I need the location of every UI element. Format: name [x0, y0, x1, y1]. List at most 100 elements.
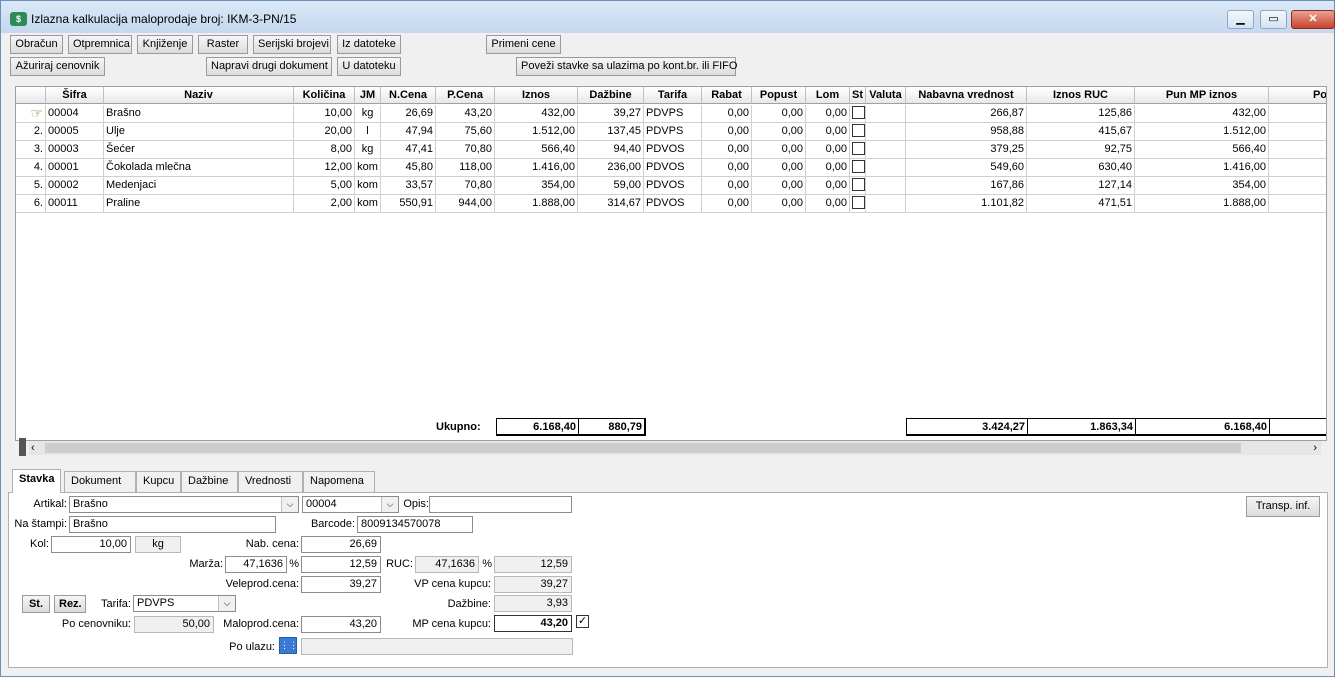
barcode-input[interactable]: 8009134570078 [357, 516, 473, 533]
row-po-cell[interactable] [1269, 195, 1326, 213]
row-pcena-cell[interactable]: 944,00 [436, 195, 495, 213]
row-ncena-cell[interactable]: 33,57 [381, 177, 436, 195]
row-sifra-cell[interactable]: 00001 [46, 159, 104, 177]
row-naziv-cell[interactable]: Šećer [104, 141, 294, 159]
row-pcena-cell[interactable]: 43,20 [436, 105, 495, 123]
kol-input[interactable]: 10,00 [51, 536, 131, 553]
row-punmp-cell[interactable]: 566,40 [1135, 141, 1269, 159]
row-pcena-cell[interactable]: 70,80 [436, 177, 495, 195]
tab-kupcu[interactable]: Kupcu [136, 471, 181, 492]
header-ncena[interactable]: N.Cena [381, 87, 436, 104]
chevron-down-icon[interactable]: ⌵ [218, 596, 235, 611]
row-tarifa-cell[interactable]: PDVPS [644, 123, 702, 141]
row-ncena-cell[interactable]: 550,91 [381, 195, 436, 213]
row-ncena-cell[interactable]: 47,41 [381, 141, 436, 159]
st-checkbox[interactable] [852, 141, 865, 155]
row-punmp-cell[interactable]: 1.416,00 [1135, 159, 1269, 177]
row-lom-cell[interactable]: 0,00 [806, 177, 850, 195]
row-nabavna-cell[interactable]: 958,88 [906, 123, 1027, 141]
header-ruc[interactable]: Iznos RUC [1027, 87, 1135, 104]
row-rb-cell[interactable]: 4. [16, 159, 46, 177]
row-dazbine-cell[interactable]: 137,45 [578, 123, 644, 141]
tab-dazbine[interactable]: Dažbine [181, 471, 238, 492]
scroll-thumb[interactable] [45, 443, 1241, 453]
row-ruc-cell[interactable]: 471,51 [1027, 195, 1135, 213]
row-dazbine-cell[interactable]: 59,00 [578, 177, 644, 195]
tab-napomena[interactable]: Napomena [303, 471, 375, 492]
row-sifra-cell[interactable]: 00002 [46, 177, 104, 195]
obracun-button[interactable]: Obračun [10, 35, 63, 54]
row-st-checkbox[interactable] [850, 195, 866, 213]
row-dazbine-cell[interactable]: 94,40 [578, 141, 644, 159]
marza-pct-input[interactable]: 47,1636 [225, 556, 287, 573]
row-ruc-cell[interactable]: 127,14 [1027, 177, 1135, 195]
maloprod-cena-input[interactable]: 43,20 [301, 616, 381, 633]
povezi-stavke-button[interactable]: Poveži stavke sa ulazima po kont.br. ili… [516, 57, 737, 76]
header-pcena[interactable]: P.Cena [436, 87, 495, 104]
row-kolicina-cell[interactable]: 10,00 [294, 105, 355, 123]
row-po-cell[interactable] [1269, 159, 1326, 177]
opis-input[interactable] [429, 496, 572, 513]
row-nabavna-cell[interactable]: 1.101,82 [906, 195, 1027, 213]
row-rabat-cell[interactable]: 0,00 [702, 177, 752, 195]
row-valuta-cell[interactable] [866, 123, 906, 141]
header-kolicina[interactable]: Količina [294, 87, 355, 104]
row-popust-cell[interactable]: 0,00 [752, 141, 806, 159]
row-rb-cell[interactable]: 6. [16, 195, 46, 213]
st-checkbox[interactable] [852, 159, 865, 173]
iz-datoteke-button[interactable]: Iz datoteke [337, 35, 401, 54]
row-rabat-cell[interactable]: 0,00 [702, 141, 752, 159]
knjizenje-button[interactable]: Knjiženje [137, 35, 193, 54]
row-sifra-cell[interactable]: 00005 [46, 123, 104, 141]
row-rabat-cell[interactable]: 0,00 [702, 195, 752, 213]
row-rb-cell[interactable]: 3. [16, 141, 46, 159]
row-po-cell[interactable] [1269, 141, 1326, 159]
row-rb-cell[interactable]: 5. [16, 177, 46, 195]
row-sifra-cell[interactable]: 00003 [46, 141, 104, 159]
row-tarifa-cell[interactable]: PDVOS [644, 159, 702, 177]
st-checkbox[interactable] [852, 105, 865, 119]
row-iznos-cell[interactable]: 1.888,00 [495, 195, 578, 213]
mp-kupcu-checkbox[interactable]: ✓ [576, 615, 589, 628]
row-dazbine-cell[interactable]: 39,27 [578, 105, 644, 123]
tab-vrednosti[interactable]: Vrednosti [238, 471, 303, 492]
header-dazbine[interactable]: Dažbine [578, 87, 644, 104]
horizontal-scrollbar[interactable]: ‹ › [29, 441, 1321, 455]
chevron-down-icon[interactable]: ⌵ [381, 497, 398, 512]
row-dazbine-cell[interactable]: 236,00 [578, 159, 644, 177]
row-jm-cell[interactable]: l [355, 123, 381, 141]
row-kolicina-cell[interactable]: 12,00 [294, 159, 355, 177]
row-iznos-cell[interactable]: 566,40 [495, 141, 578, 159]
row-iznos-cell[interactable]: 354,00 [495, 177, 578, 195]
row-valuta-cell[interactable] [866, 141, 906, 159]
st-checkbox[interactable] [852, 195, 865, 209]
row-ruc-cell[interactable]: 415,67 [1027, 123, 1135, 141]
st-checkbox[interactable] [852, 177, 865, 191]
u-datoteku-button[interactable]: U datoteku [337, 57, 401, 76]
row-valuta-cell[interactable] [866, 105, 906, 123]
tab-stavka[interactable]: Stavka [12, 469, 62, 493]
row-popust-cell[interactable]: 0,00 [752, 123, 806, 141]
row-lom-cell[interactable]: 0,00 [806, 159, 850, 177]
row-naziv-cell[interactable]: Praline [104, 195, 294, 213]
row-popust-cell[interactable]: 0,00 [752, 159, 806, 177]
row-valuta-cell[interactable] [866, 177, 906, 195]
row-rabat-cell[interactable]: 0,00 [702, 105, 752, 123]
header-iznos[interactable]: Iznos [495, 87, 578, 104]
row-st-checkbox[interactable] [850, 105, 866, 123]
row-punmp-cell[interactable]: 1.888,00 [1135, 195, 1269, 213]
row-iznos-cell[interactable]: 1.512,00 [495, 123, 578, 141]
row-sifra-cell[interactable]: 00004 [46, 105, 104, 123]
scroll-left-icon[interactable]: ‹ [31, 441, 35, 455]
row-st-checkbox[interactable] [850, 141, 866, 159]
row-ncena-cell[interactable]: 47,94 [381, 123, 436, 141]
raster-button[interactable]: Raster [198, 35, 248, 54]
row-dazbine-cell[interactable]: 314,67 [578, 195, 644, 213]
header-nabavna[interactable]: Nabavna vrednost [906, 87, 1027, 104]
row-valuta-cell[interactable] [866, 195, 906, 213]
row-nabavna-cell[interactable]: 379,25 [906, 141, 1027, 159]
mp-cena-kupcu-input[interactable]: 43,20 [494, 615, 572, 632]
veleprod-cena-input[interactable]: 39,27 [301, 576, 381, 593]
row-po-cell[interactable] [1269, 123, 1326, 141]
row-iznos-cell[interactable]: 432,00 [495, 105, 578, 123]
